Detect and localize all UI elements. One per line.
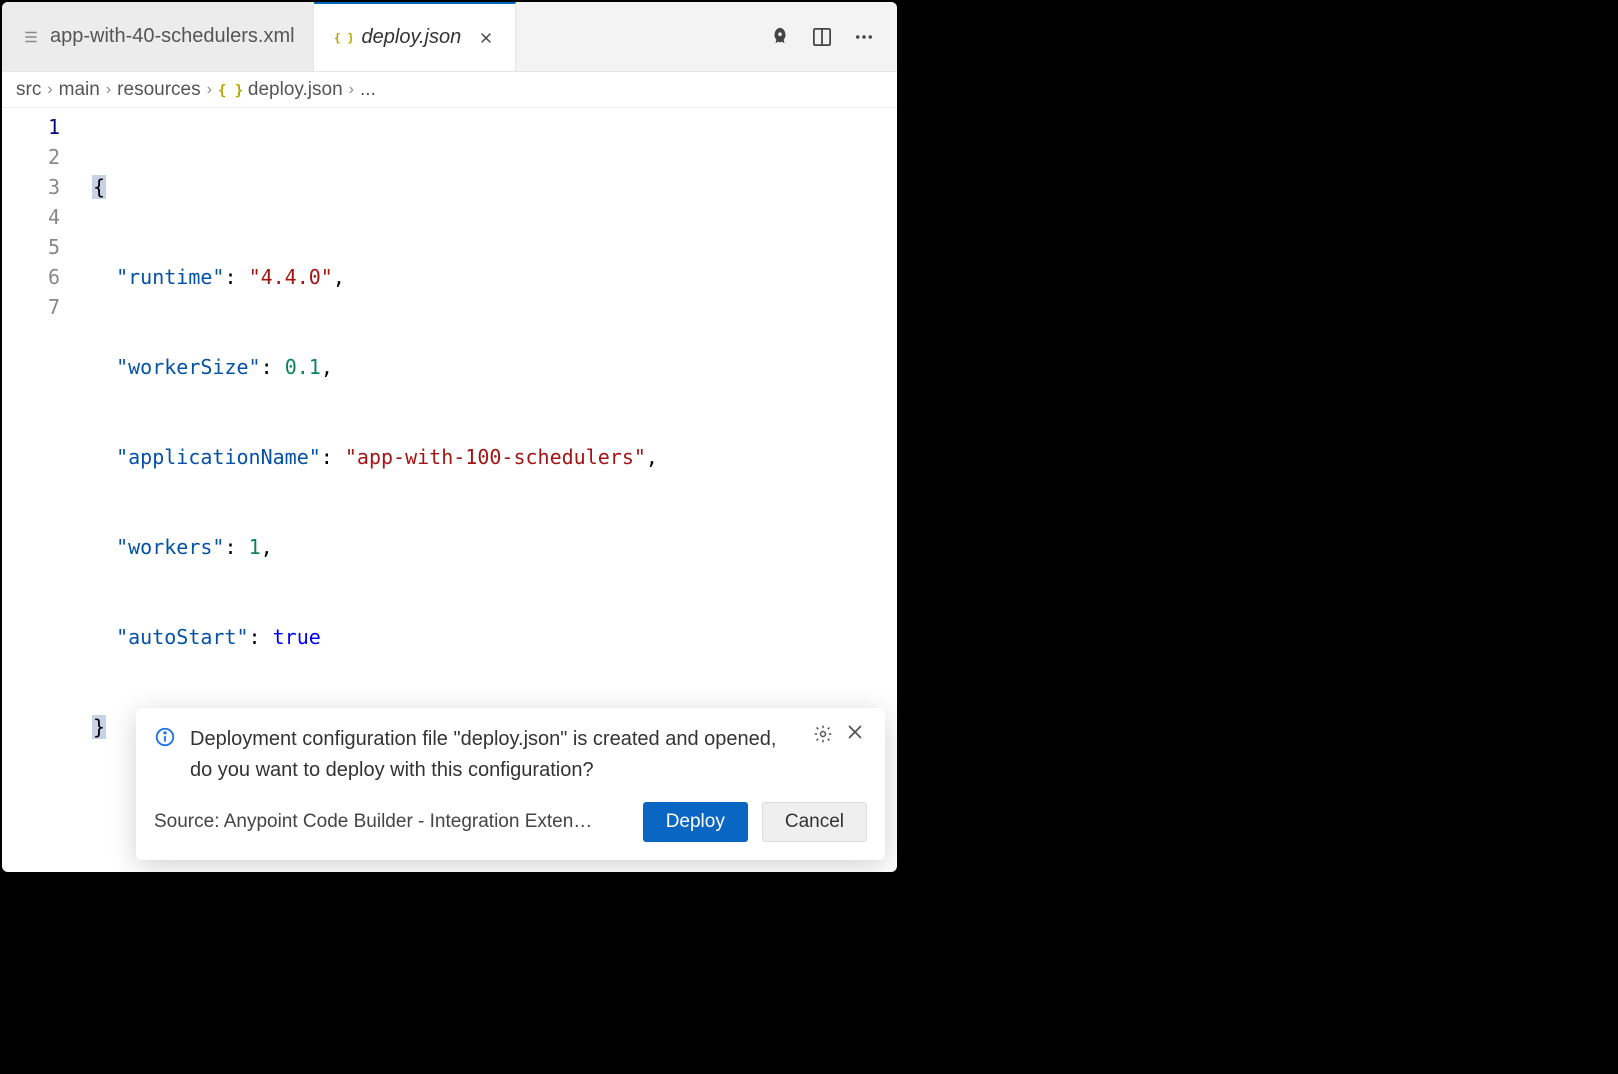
breadcrumb: src › main › resources › { } deploy.json… xyxy=(2,72,897,108)
tab-label: deploy.json xyxy=(362,26,462,49)
deploy-button[interactable]: Deploy xyxy=(643,802,748,842)
code-line: "autoStart": true xyxy=(92,622,897,652)
code-line: "workerSize": 0.1, xyxy=(92,352,897,382)
line-number: 4 xyxy=(2,202,60,232)
code-line: "workers": 1, xyxy=(92,532,897,562)
line-number: 6 xyxy=(2,262,60,292)
tab-label: app-with-40-schedulers.xml xyxy=(50,25,295,48)
xml-file-icon xyxy=(22,28,40,46)
tab-deploy-json[interactable]: { } deploy.json xyxy=(314,2,517,71)
tab-actions xyxy=(769,2,897,71)
line-gutter: 1 2 3 4 5 6 7 xyxy=(2,108,92,802)
code-body[interactable]: { "runtime": "4.4.0", "workerSize": 0.1,… xyxy=(92,108,897,802)
breadcrumb-src[interactable]: src xyxy=(16,79,41,101)
chevron-right-icon: › xyxy=(106,81,111,99)
json-braces-icon: { } xyxy=(218,82,242,98)
toast-source: Source: Anypoint Code Builder - Integrat… xyxy=(154,811,629,833)
line-number: 7 xyxy=(2,292,60,322)
chevron-right-icon: › xyxy=(207,81,212,99)
code-line: "runtime": "4.4.0", xyxy=(92,262,897,292)
breadcrumb-more[interactable]: ... xyxy=(360,79,376,101)
gear-icon[interactable] xyxy=(813,724,833,744)
code-line: "applicationName": "app-with-100-schedul… xyxy=(92,442,897,472)
editor-pane: app-with-40-schedulers.xml { } deploy.js… xyxy=(2,2,897,872)
svg-text:{ }: { } xyxy=(218,83,242,98)
svg-text:{ }: { } xyxy=(334,31,352,44)
line-number: 1 xyxy=(2,112,60,142)
json-braces-icon: { } xyxy=(334,29,352,47)
close-icon[interactable] xyxy=(475,29,497,47)
rocket-icon[interactable] xyxy=(769,26,791,48)
breadcrumb-resources[interactable]: resources xyxy=(117,79,200,101)
toast-message: Deployment configuration file "deploy.js… xyxy=(190,724,799,786)
cancel-button[interactable]: Cancel xyxy=(762,802,867,842)
breadcrumb-file[interactable]: deploy.json xyxy=(248,79,343,101)
close-icon[interactable] xyxy=(847,724,867,744)
line-number: 5 xyxy=(2,232,60,262)
chevron-right-icon: › xyxy=(349,81,354,99)
split-editor-icon[interactable] xyxy=(811,26,833,48)
tab-app-with-40-schedulers[interactable]: app-with-40-schedulers.xml xyxy=(2,2,314,71)
chevron-right-icon: › xyxy=(47,81,52,99)
line-number: 2 xyxy=(2,142,60,172)
notification-toast: Deployment configuration file "deploy.js… xyxy=(136,708,885,860)
breadcrumb-main[interactable]: main xyxy=(59,79,100,101)
code-editor[interactable]: 1 2 3 4 5 6 7 { "runtime": "4.4.0", "wor… xyxy=(2,108,897,802)
empty-panel xyxy=(897,0,1618,1074)
tab-bar: app-with-40-schedulers.xml { } deploy.js… xyxy=(2,2,897,72)
code-line: { xyxy=(92,172,897,202)
info-circle-icon xyxy=(154,726,176,748)
more-icon[interactable] xyxy=(853,26,875,48)
line-number: 3 xyxy=(2,172,60,202)
